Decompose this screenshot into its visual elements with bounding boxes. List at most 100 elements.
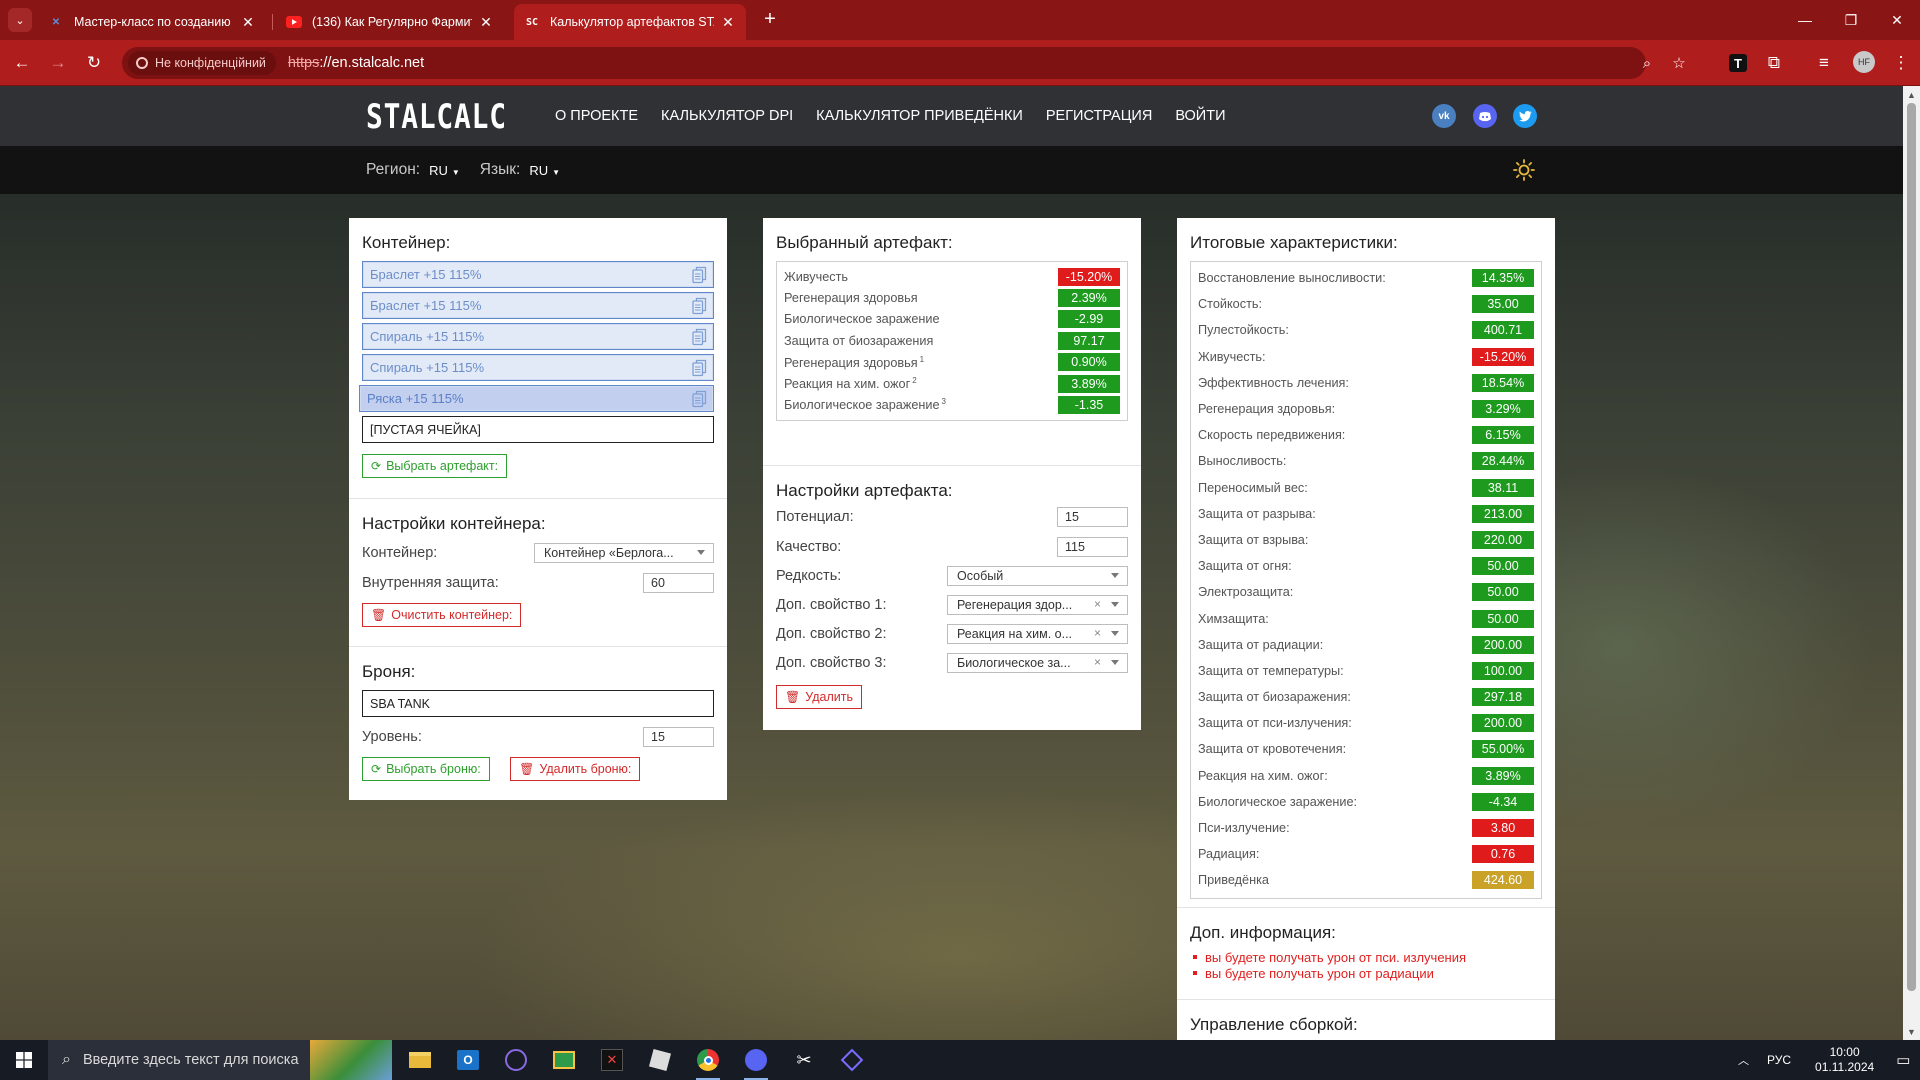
menu-register[interactable]: РЕГИСТРАЦИЯ	[1046, 108, 1152, 124]
notifications-icon[interactable]: ▭	[1896, 1051, 1910, 1069]
roblox-icon[interactable]	[636, 1040, 684, 1080]
window-close-icon[interactable]: ✕	[1874, 0, 1920, 40]
choose-armor-button[interactable]: ⟳ Выбрать броню:	[362, 757, 490, 781]
choose-artifact-row: ⟳ Выбрать артефакт:	[362, 454, 714, 478]
armor-slot[interactable]: SBA TANK	[362, 690, 714, 717]
copy-icon[interactable]	[692, 328, 707, 346]
close-tab-icon[interactable]: ✕	[478, 14, 494, 31]
tab-youtube[interactable]: (136) Как Регулярно Фармить ✕	[276, 4, 504, 40]
stat-value: 97.17	[1058, 331, 1120, 350]
linear-app-icon[interactable]	[828, 1040, 876, 1080]
close-tab-icon[interactable]: ✕	[240, 14, 256, 31]
bookmark-star-icon[interactable]: ☆	[1666, 50, 1692, 76]
restore-icon[interactable]: ❐	[1828, 0, 1874, 40]
quality-input[interactable]: 115	[1057, 537, 1128, 557]
clear-x-icon[interactable]: ×	[1091, 655, 1101, 669]
url-text[interactable]: https://en.stalcalc.net	[288, 55, 424, 71]
discord-icon[interactable]	[1473, 104, 1497, 128]
inner-protection-input[interactable]: 60	[643, 573, 714, 593]
extra-property-2-select[interactable]: Реакция на хим. о... ×	[947, 624, 1128, 644]
warning-note: вы будете получать урон от радиации	[1190, 965, 1542, 981]
zoom-icon[interactable]: ⌕	[1634, 50, 1660, 76]
extensions-puzzle-icon[interactable]: ⧉	[1760, 49, 1788, 77]
site-info-button[interactable]: Не конфіденційний	[128, 51, 276, 75]
classroom-icon[interactable]	[540, 1040, 588, 1080]
clock[interactable]: 10:00 01.11.2024	[1815, 1045, 1874, 1075]
artifact-slot[interactable]: Браслет +15 115%	[362, 261, 714, 288]
twitter-icon[interactable]	[1513, 104, 1537, 128]
windows-start-icon[interactable]	[0, 1040, 48, 1080]
stat-name: Регенерация здоровья	[784, 291, 918, 305]
copy-icon[interactable]	[692, 266, 707, 284]
stat-name: Защита от биозаражения:	[1198, 690, 1351, 704]
rarity-select[interactable]: Особый	[947, 566, 1128, 586]
tab-masterclass[interactable]: ✕ Мастер-класс по созданию ун ✕	[38, 4, 266, 40]
taskbar-search-box[interactable]: ⌕ Введите здесь текст для поиска	[48, 1040, 392, 1080]
delete-armor-button[interactable]: 🗑 Удалить броню:	[510, 757, 641, 781]
extension-icon[interactable]: T	[1724, 49, 1752, 77]
stat-name-text: Химзащита:	[1198, 611, 1269, 626]
capcut-alt-icon[interactable]: ✂	[780, 1040, 828, 1080]
language-dropdown[interactable]: RU ▼	[529, 163, 560, 178]
menu-about[interactable]: О ПРОЕКТЕ	[555, 108, 638, 124]
extra-property-3-row: Доп. свойство 3: Биологическое за... ×	[776, 652, 1128, 674]
menu-reduced-calculator[interactable]: КАЛЬКУЛЯТОР ПРИВЕДЁНКИ	[816, 108, 1023, 124]
region-value: RU	[429, 162, 448, 178]
empty-slot[interactable]: [ПУСТАЯ ЯЧЕЙКА]	[362, 416, 714, 443]
copy-icon[interactable]	[692, 390, 707, 408]
region-dropdown[interactable]: RU ▼	[429, 163, 460, 178]
scroll-down-icon[interactable]: ▼	[1903, 1023, 1920, 1040]
address-bar[interactable]: Не конфіденційний https://en.stalcalc.ne…	[122, 47, 1686, 79]
profile-avatar[interactable]: HF	[1853, 51, 1875, 73]
rarity-value: Особый	[957, 569, 1004, 583]
copy-icon[interactable]	[692, 359, 707, 377]
clear-x-icon[interactable]: ×	[1091, 597, 1101, 611]
tab-stalcalc[interactable]: SC Калькулятор артефактов STALC ✕	[514, 4, 746, 40]
clear-container-button[interactable]: 🗑 Очистить контейнер:	[362, 603, 522, 627]
vk-icon[interactable]: vk	[1432, 104, 1456, 128]
clear-x-icon[interactable]: ×	[1091, 626, 1101, 640]
artifact-slot[interactable]: Браслет +15 115%	[362, 292, 714, 319]
potential-input[interactable]: 15	[1057, 507, 1128, 527]
chrome-icon[interactable]	[684, 1040, 732, 1080]
stat-name-text: Биологическое заражение	[784, 398, 940, 413]
artifact-slot[interactable]: Спираль +15 115%	[362, 354, 714, 381]
forward-icon[interactable]: →	[44, 49, 72, 77]
stat-name-text: Живучесть	[784, 269, 849, 284]
reload-icon[interactable]: ↻	[80, 49, 108, 77]
minimize-icon[interactable]: —	[1782, 0, 1828, 40]
container-type-select[interactable]: Контейнер «Берлога...	[534, 543, 714, 563]
new-tab-button[interactable]: +	[757, 6, 783, 32]
scroll-up-icon[interactable]: ▲	[1903, 86, 1920, 103]
back-icon[interactable]: ←	[8, 49, 36, 77]
artifact-slot[interactable]: Ряска +15 115%	[359, 385, 714, 412]
copy-icon[interactable]	[692, 297, 707, 315]
menu-dpi-calculator[interactable]: КАЛЬКУЛЯТОР DPI	[661, 108, 793, 124]
media-controls-icon[interactable]: ≡	[1810, 49, 1838, 77]
discord-taskbar-icon[interactable]	[732, 1040, 780, 1080]
close-tab-icon[interactable]: ✕	[720, 14, 736, 31]
container-panel: Контейнер: Браслет +15 115% Браслет +15 1…	[349, 218, 727, 800]
outlook-icon[interactable]: O	[444, 1040, 492, 1080]
choose-artifact-button[interactable]: ⟳ Выбрать артефакт:	[362, 454, 508, 478]
scrollbar-thumb[interactable]	[1907, 103, 1916, 991]
viber-icon[interactable]	[492, 1040, 540, 1080]
menu-login[interactable]: ВОЙТИ	[1175, 108, 1225, 124]
page-scrollbar[interactable]: ▲ ▼	[1903, 86, 1920, 1040]
theme-toggle-sun-icon[interactable]	[1513, 159, 1535, 181]
input-language[interactable]: РУС	[1767, 1053, 1791, 1067]
browser-menu-icon[interactable]: ⋮	[1887, 49, 1915, 77]
tab-search-dropdown-icon[interactable]: ⌄	[8, 8, 32, 32]
capcut-icon[interactable]: ✕	[588, 1040, 636, 1080]
extra-property-1-select[interactable]: Регенерация здор... ×	[947, 595, 1128, 615]
delete-artifact-button[interactable]: 🗑 Удалить	[776, 685, 862, 709]
file-explorer-icon[interactable]	[396, 1040, 444, 1080]
stat-value: 100.00	[1472, 661, 1534, 680]
stat-row: Биологическое заражение -2.99	[784, 309, 1120, 330]
tray-overflow-icon[interactable]: ︿	[1738, 1052, 1749, 1068]
extra-property-3-select[interactable]: Биологическое за... ×	[947, 653, 1128, 673]
artifact-slot[interactable]: Спираль +15 115%	[362, 323, 714, 350]
stat-name: Реакция на хим. ожог 2	[784, 376, 917, 391]
site-logo[interactable]: STALCALC	[366, 97, 507, 137]
armor-level-input[interactable]: 15	[643, 727, 714, 747]
